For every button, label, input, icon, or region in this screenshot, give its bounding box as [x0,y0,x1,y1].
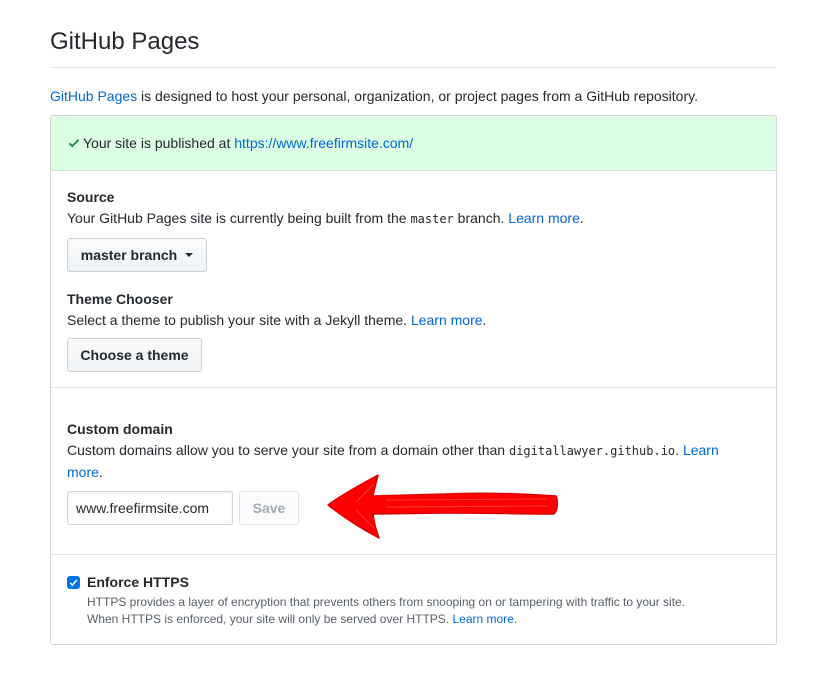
custom-domain-input[interactable] [67,491,233,525]
published-url-link[interactable]: https://www.freefirmsite.com/ [234,135,413,151]
intro-rest: is designed to host your personal, organ… [137,88,698,104]
page-title: GitHub Pages [50,28,200,55]
published-text: Your site is published at [83,135,235,151]
checkmark-icon [69,579,78,587]
theme-learn-more-link[interactable]: Learn more [411,312,483,328]
custom-domain-heading: Custom domain [67,421,173,437]
custom-domain-more-link[interactable]: more [67,464,99,480]
domain-code: digitallawyer.github.io [508,444,676,458]
branch-code: master [410,212,454,226]
published-flash: Your site is published at https://www.fr… [51,116,776,171]
save-button[interactable]: Save [239,491,299,525]
source-heading: Source [67,189,115,205]
pages-settings-box: Your site is published at https://www.fr… [50,115,777,645]
enforce-https-label: Enforce HTTPS [87,574,189,590]
https-note-line1: HTTPS provides a layer of encryption tha… [87,595,686,609]
source-learn-more-link[interactable]: Learn more [508,210,580,226]
check-icon [68,139,80,148]
github-pages-link[interactable]: GitHub Pages [50,88,137,104]
red-arrow-annotation [327,474,559,539]
source-branch-dropdown[interactable]: master branch [67,238,207,272]
section-divider [51,554,776,555]
theme-description: Select a theme to publish your site with… [67,312,487,328]
custom-domain-learn-link[interactable]: Learn [683,442,719,458]
https-note-line2: When HTTPS is enforced, your site will o… [87,612,518,626]
source-branch-label: master branch [80,247,178,263]
intro-text: GitHub Pages is designed to host your pe… [50,87,698,105]
enforce-https-checkbox[interactable] [67,576,80,589]
section-divider [51,387,776,388]
choose-theme-button[interactable]: Choose a theme [67,338,202,372]
title-divider [50,67,777,68]
source-description: Your GitHub Pages site is currently bein… [67,210,584,226]
caret-down-icon [185,253,194,257]
https-learn-more-link[interactable]: Learn more [452,612,513,626]
theme-heading: Theme Chooser [67,291,173,307]
